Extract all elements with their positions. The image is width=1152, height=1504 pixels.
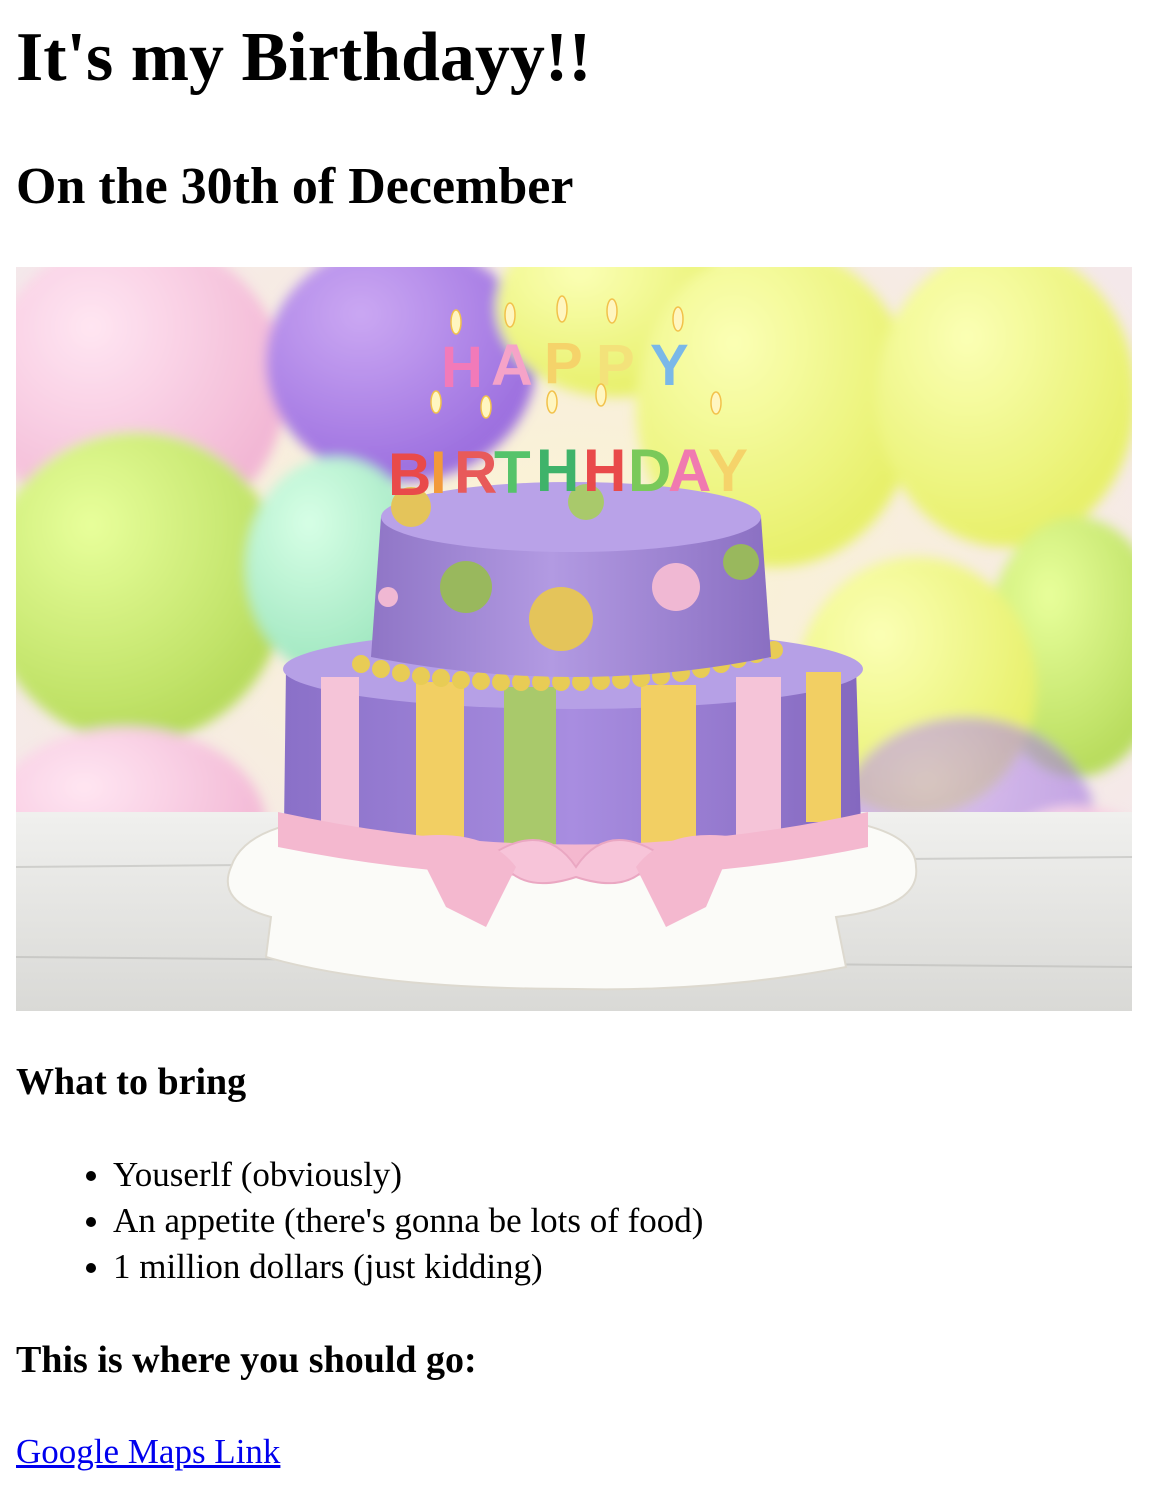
list-item: 1 million dollars (just kidding) (113, 1244, 703, 1290)
bring-list: Youserlf (obviously) An appetite (there'… (16, 1152, 703, 1290)
svg-text:B: B (388, 441, 431, 508)
svg-text:Y: Y (650, 333, 689, 398)
location-heading: This is where you should go: (16, 1339, 477, 1381)
svg-text:H: H (441, 335, 483, 400)
list-item: An appetite (there's gonna be lots of fo… (113, 1198, 703, 1244)
svg-text:Y: Y (708, 437, 748, 504)
svg-text:T: T (494, 439, 531, 506)
page-subtitle: On the 30th of December (16, 158, 574, 215)
svg-text:A: A (668, 437, 711, 504)
list-item: Youserlf (obviously) (113, 1152, 703, 1198)
google-maps-link[interactable]: Google Maps Link (16, 1430, 280, 1474)
svg-text:R: R (454, 439, 497, 506)
what-to-bring-heading: What to bring (16, 1061, 247, 1103)
svg-text:D: D (628, 437, 671, 504)
svg-text:I: I (430, 439, 447, 506)
page-title: It's my Birthdayy!! (16, 19, 592, 96)
birthday-cake-image: H A P P Y B I R T H H D A Y (16, 267, 1132, 1011)
svg-text:A: A (491, 333, 533, 398)
svg-text:H: H (536, 437, 579, 504)
svg-text:P: P (544, 331, 583, 396)
svg-text:H: H (583, 437, 626, 504)
